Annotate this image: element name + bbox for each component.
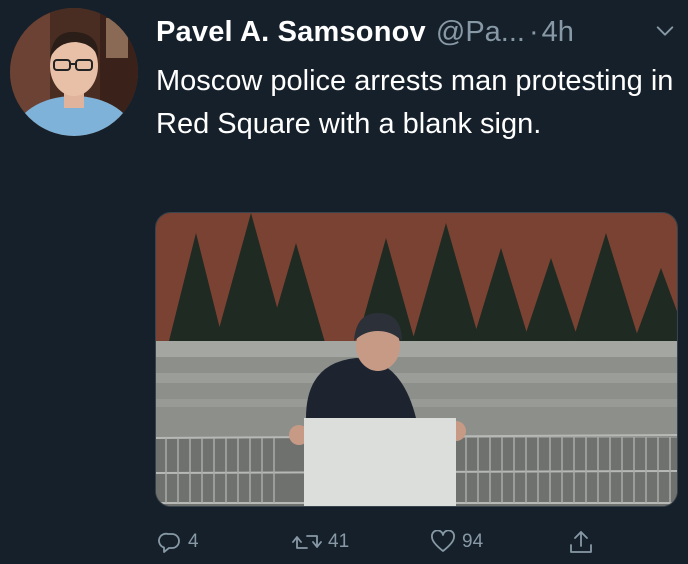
author-handle[interactable]: @Pa... [436,16,525,49]
share-icon [570,531,592,553]
heart-icon [431,530,455,552]
author-name[interactable]: Pavel A. Samsonov [156,16,426,49]
reply-button[interactable]: 4 [158,522,199,562]
action-bar: 4 41 94 [0,522,688,562]
tweet-time[interactable]: 4h [542,16,574,49]
tweet-header: Pavel A. Samsonov @Pa... · 4h [156,12,678,52]
chevron-down-icon[interactable] [654,20,676,42]
share-button[interactable] [568,522,600,562]
retweet-count: 41 [328,531,350,552]
tweet-text: Moscow police arrests man protesting in … [156,65,674,140]
like-count: 94 [462,531,484,552]
user-avatar-photo-icon [10,8,138,136]
tweet[interactable]: Pavel A. Samsonov @Pa... · 4h Moscow pol… [0,0,688,564]
tweet-media[interactable] [155,212,678,507]
protest-photo-icon [156,213,677,506]
separator-dot: · [528,15,539,48]
reply-count: 4 [188,531,199,552]
avatar[interactable] [10,8,138,136]
like-button[interactable]: 94 [430,522,483,562]
reply-icon [158,532,180,553]
retweet-icon [292,535,322,549]
retweet-button[interactable]: 41 [292,522,349,562]
